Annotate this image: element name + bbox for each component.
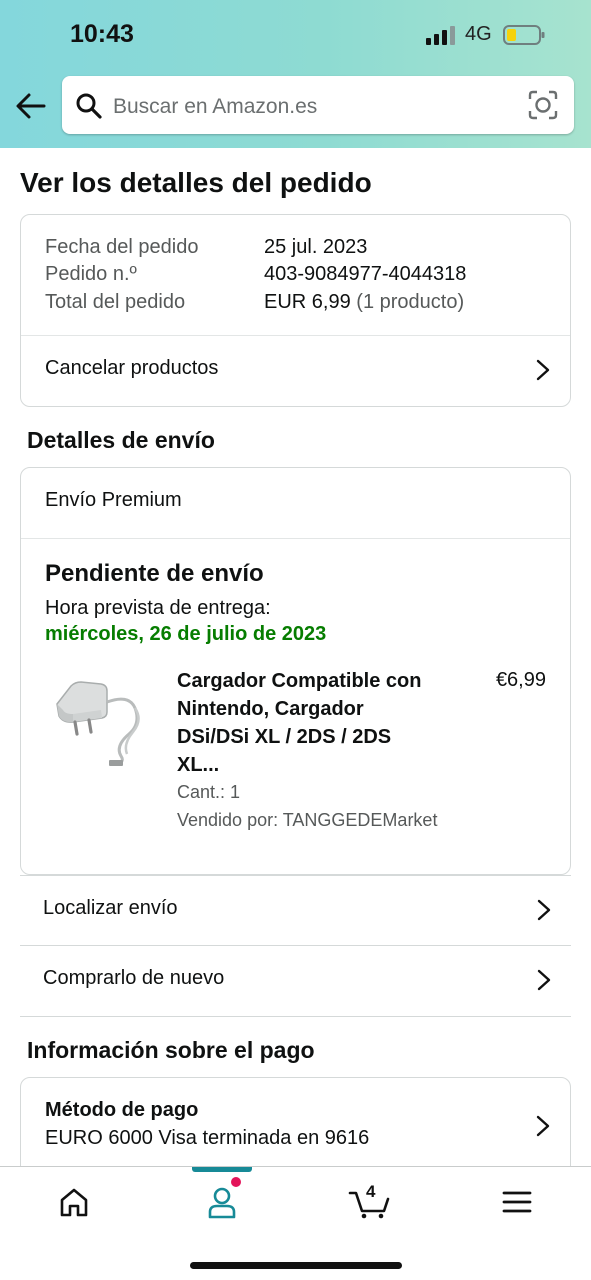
page-title: Ver los detalles del pedido xyxy=(20,167,372,198)
buy-again-label: Comprarlo de nuevo xyxy=(43,967,225,989)
back-arrow-icon[interactable] xyxy=(14,91,48,121)
menu-icon[interactable] xyxy=(497,1185,537,1219)
product-image[interactable] xyxy=(49,664,149,772)
product-price: €6,99 xyxy=(495,669,546,691)
order-date-value: 25 jul. 2023 xyxy=(264,236,368,258)
shipment-card: Envío Premium Pendiente de envío Hora pr… xyxy=(20,467,571,875)
search-icon xyxy=(76,93,102,119)
eta-label: Hora prevista de entrega: xyxy=(45,597,271,619)
cart-count-badge: 4 xyxy=(366,1182,376,1201)
payment-section-title: Información sobre el pago xyxy=(27,1037,315,1063)
chevron-right-icon xyxy=(537,899,551,921)
camera-search-icon[interactable] xyxy=(528,90,558,120)
home-icon[interactable] xyxy=(54,1185,94,1219)
track-package-label: Localizar envío xyxy=(43,897,178,919)
chevron-right-icon xyxy=(536,1115,550,1137)
order-total-value: EUR 6,99 (1 producto) xyxy=(264,291,464,314)
cancel-products-label: Cancelar productos xyxy=(45,357,219,379)
chevron-right-icon xyxy=(537,969,551,991)
order-total-amount: EUR 6,99 xyxy=(264,291,351,313)
product-title[interactable]: Cargador Compatible con Nintendo, Cargad… xyxy=(177,667,429,779)
status-time: 10:43 xyxy=(70,20,134,48)
notification-dot xyxy=(231,1177,241,1187)
order-total-label: Total del pedido xyxy=(45,291,186,313)
search-bar[interactable]: Buscar en Amazon.es xyxy=(62,76,574,134)
network-type: 4G xyxy=(465,23,492,45)
payment-method-title: Método de pago xyxy=(45,1099,199,1121)
active-tab-indicator xyxy=(192,1167,252,1172)
search-input[interactable]: Buscar en Amazon.es xyxy=(113,95,317,119)
track-package-row[interactable]: Localizar envío xyxy=(20,875,571,945)
chevron-right-icon xyxy=(536,359,550,381)
signal-icon xyxy=(426,26,455,45)
shipment-status: Pendiente de envío xyxy=(45,560,264,587)
order-date-label: Fecha del pedido xyxy=(45,236,199,258)
account-icon[interactable] xyxy=(202,1185,242,1219)
battery-icon xyxy=(503,25,545,45)
order-number-label: Pedido n.º xyxy=(45,263,137,285)
home-indicator xyxy=(190,1262,402,1269)
buy-again-row[interactable]: Comprarlo de nuevo xyxy=(20,945,571,1017)
eta-date: miércoles, 26 de julio de 2023 xyxy=(45,623,327,645)
order-number-value: 403-9084977-4044318 xyxy=(264,263,467,285)
divider xyxy=(21,538,570,539)
order-summary-card: Fecha del pedido 25 jul. 2023 Pedido n.º… xyxy=(20,214,571,407)
shipping-section-title: Detalles de envío xyxy=(27,427,215,453)
product-seller[interactable]: Vendido por: TANGGEDEMarket xyxy=(177,810,437,831)
payment-method-value: EURO 6000 Visa terminada en 9616 xyxy=(45,1127,370,1149)
app-header: 10:43 4G Buscar en Amazon.es xyxy=(0,0,591,148)
order-total-note: (1 producto) xyxy=(356,291,465,313)
shipping-method: Envío Premium xyxy=(45,489,182,511)
product-quantity: Cant.: 1 xyxy=(177,782,241,802)
cancel-products-row[interactable]: Cancelar productos xyxy=(21,336,570,406)
